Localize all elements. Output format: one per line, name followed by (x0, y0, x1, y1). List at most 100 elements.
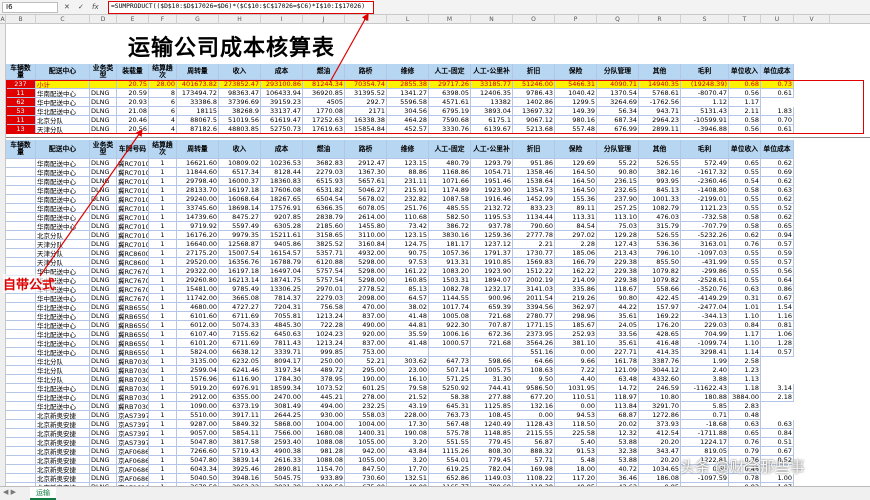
cell[interactable]: 冀RC7010 (117, 159, 149, 168)
cell[interactable]: 6795.19 (429, 107, 471, 116)
cell[interactable]: 295.00 (345, 366, 387, 375)
cell[interactable]: 6515.93 (303, 177, 345, 186)
cell[interactable]: 993.95 (639, 177, 681, 186)
cell[interactable]: 129.28 (597, 231, 639, 240)
cell[interactable]: 3830.16 (429, 231, 471, 240)
cell[interactable]: 164.50 (555, 168, 597, 177)
cell[interactable]: 6107.40 (177, 330, 219, 339)
cell[interactable]: 113.31 (555, 213, 597, 222)
cell[interactable]: 1 (149, 294, 177, 303)
cell[interactable]: 452.57 (387, 125, 429, 134)
cell[interactable]: 5213.68 (513, 125, 555, 134)
cell[interactable]: 冀RC7010 (117, 195, 149, 204)
cell[interactable]: 9979.35 (219, 231, 261, 240)
cell[interactable]: 659.39 (471, 303, 513, 312)
cell[interactable]: 天津分队 (36, 125, 90, 134)
cell[interactable]: 京AF0686 (117, 465, 149, 474)
cell[interactable]: 北京新奥安捷 (36, 411, 90, 420)
cell[interactable]: DLNG (90, 213, 117, 222)
cell[interactable]: 744.41 (471, 384, 513, 393)
cell[interactable]: 收入 (219, 140, 261, 159)
cell[interactable]: 1 (149, 186, 177, 195)
cell[interactable]: 华南配送中心 (36, 195, 90, 204)
cell[interactable]: 5298.00 (345, 276, 387, 285)
cell[interactable]: 180.88 (681, 393, 729, 402)
cell[interactable]: 3339.71 (261, 348, 303, 357)
cell[interactable]: 分队管理 (597, 140, 639, 159)
cell[interactable]: 28.00 (149, 80, 177, 89)
cell[interactable]: 2970.01 (303, 285, 345, 294)
cell[interactable]: 北京新奥安捷 (36, 474, 90, 483)
cell[interactable]: 0.61 (761, 125, 794, 134)
cell[interactable]: DLNG (90, 393, 117, 402)
column-letter[interactable]: T (729, 15, 761, 24)
cell[interactable] (6, 366, 36, 375)
cell[interactable]: 79.58 (387, 384, 429, 393)
cell[interactable]: 18360.83 (261, 177, 303, 186)
cell[interactable]: 1168.86 (429, 168, 471, 177)
cell[interactable]: 天津分队 (36, 249, 90, 258)
cell[interactable]: DLNG (90, 339, 117, 348)
cell[interactable]: 106433.94 (261, 89, 303, 98)
cell[interactable]: 1 (149, 177, 177, 186)
cell[interactable]: 2185.60 (303, 222, 345, 231)
cell[interactable]: 90.80 (597, 294, 639, 303)
cell[interactable]: 2098.00 (345, 294, 387, 303)
cell[interactable]: 1 (149, 447, 177, 456)
cell[interactable]: 0.62 (761, 177, 794, 186)
cell[interactable]: 29260.80 (177, 276, 219, 285)
cell[interactable]: 1232.17 (471, 285, 513, 294)
cell[interactable]: 5.40 (555, 438, 597, 447)
cell[interactable]: 0.81 (761, 321, 794, 330)
cell[interactable]: 单位收入 (729, 140, 761, 159)
cell[interactable]: 1001.33 (639, 195, 681, 204)
cell[interactable]: 1771.15 (513, 321, 555, 330)
cell[interactable]: 2593.40 (261, 438, 303, 447)
cell[interactable]: 7811.43 (261, 339, 303, 348)
cell[interactable]: 571.25 (429, 375, 471, 384)
cell[interactable]: DLNG (90, 303, 117, 312)
column-letter[interactable]: O (513, 15, 555, 24)
cell[interactable]: 16213.14 (219, 276, 261, 285)
cell[interactable]: 1054.71 (471, 168, 513, 177)
cell[interactable]: 2964.23 (639, 116, 681, 125)
cell[interactable]: 362.97 (555, 303, 597, 312)
cell[interactable]: 1 (149, 330, 177, 339)
cell[interactable]: 89.11 (555, 204, 597, 213)
cell[interactable]: 551.16 (513, 348, 555, 357)
cell[interactable]: 毛利 (681, 140, 729, 159)
cell[interactable]: 3.14 (761, 384, 794, 393)
cell[interactable]: 折旧 (513, 64, 555, 80)
column-letter[interactable]: Q (597, 15, 639, 24)
cell[interactable]: 601.25 (345, 384, 387, 393)
cell[interactable]: 1.17 (729, 330, 761, 339)
cell[interactable]: 1402.86 (513, 98, 555, 107)
cell[interactable]: 229.38 (597, 267, 639, 276)
cell[interactable]: 1083.20 (429, 267, 471, 276)
cell[interactable]: 1.01 (729, 303, 761, 312)
cell[interactable]: 2470.00 (261, 393, 303, 402)
cell[interactable]: 5040.50 (177, 474, 219, 483)
cell[interactable]: 4332.60 (639, 375, 681, 384)
cell[interactable]: 装载量 (117, 64, 149, 80)
cell[interactable]: 燃油 (303, 140, 345, 159)
cell[interactable]: 7566.00 (261, 429, 303, 438)
cell[interactable]: 232.65 (597, 186, 639, 195)
cell[interactable]: 11742.00 (177, 294, 219, 303)
cell[interactable]: 29322.00 (177, 267, 219, 276)
cell[interactable]: DLNG (90, 168, 117, 177)
cell[interactable]: 1108.22 (513, 474, 555, 483)
cell[interactable]: 5678.02 (345, 195, 387, 204)
cell[interactable]: 1.23 (729, 366, 761, 375)
cell[interactable]: 12.32 (597, 429, 639, 438)
cell[interactable]: 18115 (177, 107, 219, 116)
cell[interactable]: 118.97 (597, 393, 639, 402)
cell[interactable] (6, 411, 36, 420)
column-letter[interactable]: L (387, 15, 429, 24)
cell[interactable]: 0.56 (761, 267, 794, 276)
cell[interactable]: 707.87 (471, 321, 513, 330)
cell[interactable]: 8128.44 (261, 168, 303, 177)
cell[interactable]: 华南配送中心 (36, 204, 90, 213)
cell[interactable]: 6531.82 (303, 186, 345, 195)
cell[interactable]: 1087.58 (429, 195, 471, 204)
